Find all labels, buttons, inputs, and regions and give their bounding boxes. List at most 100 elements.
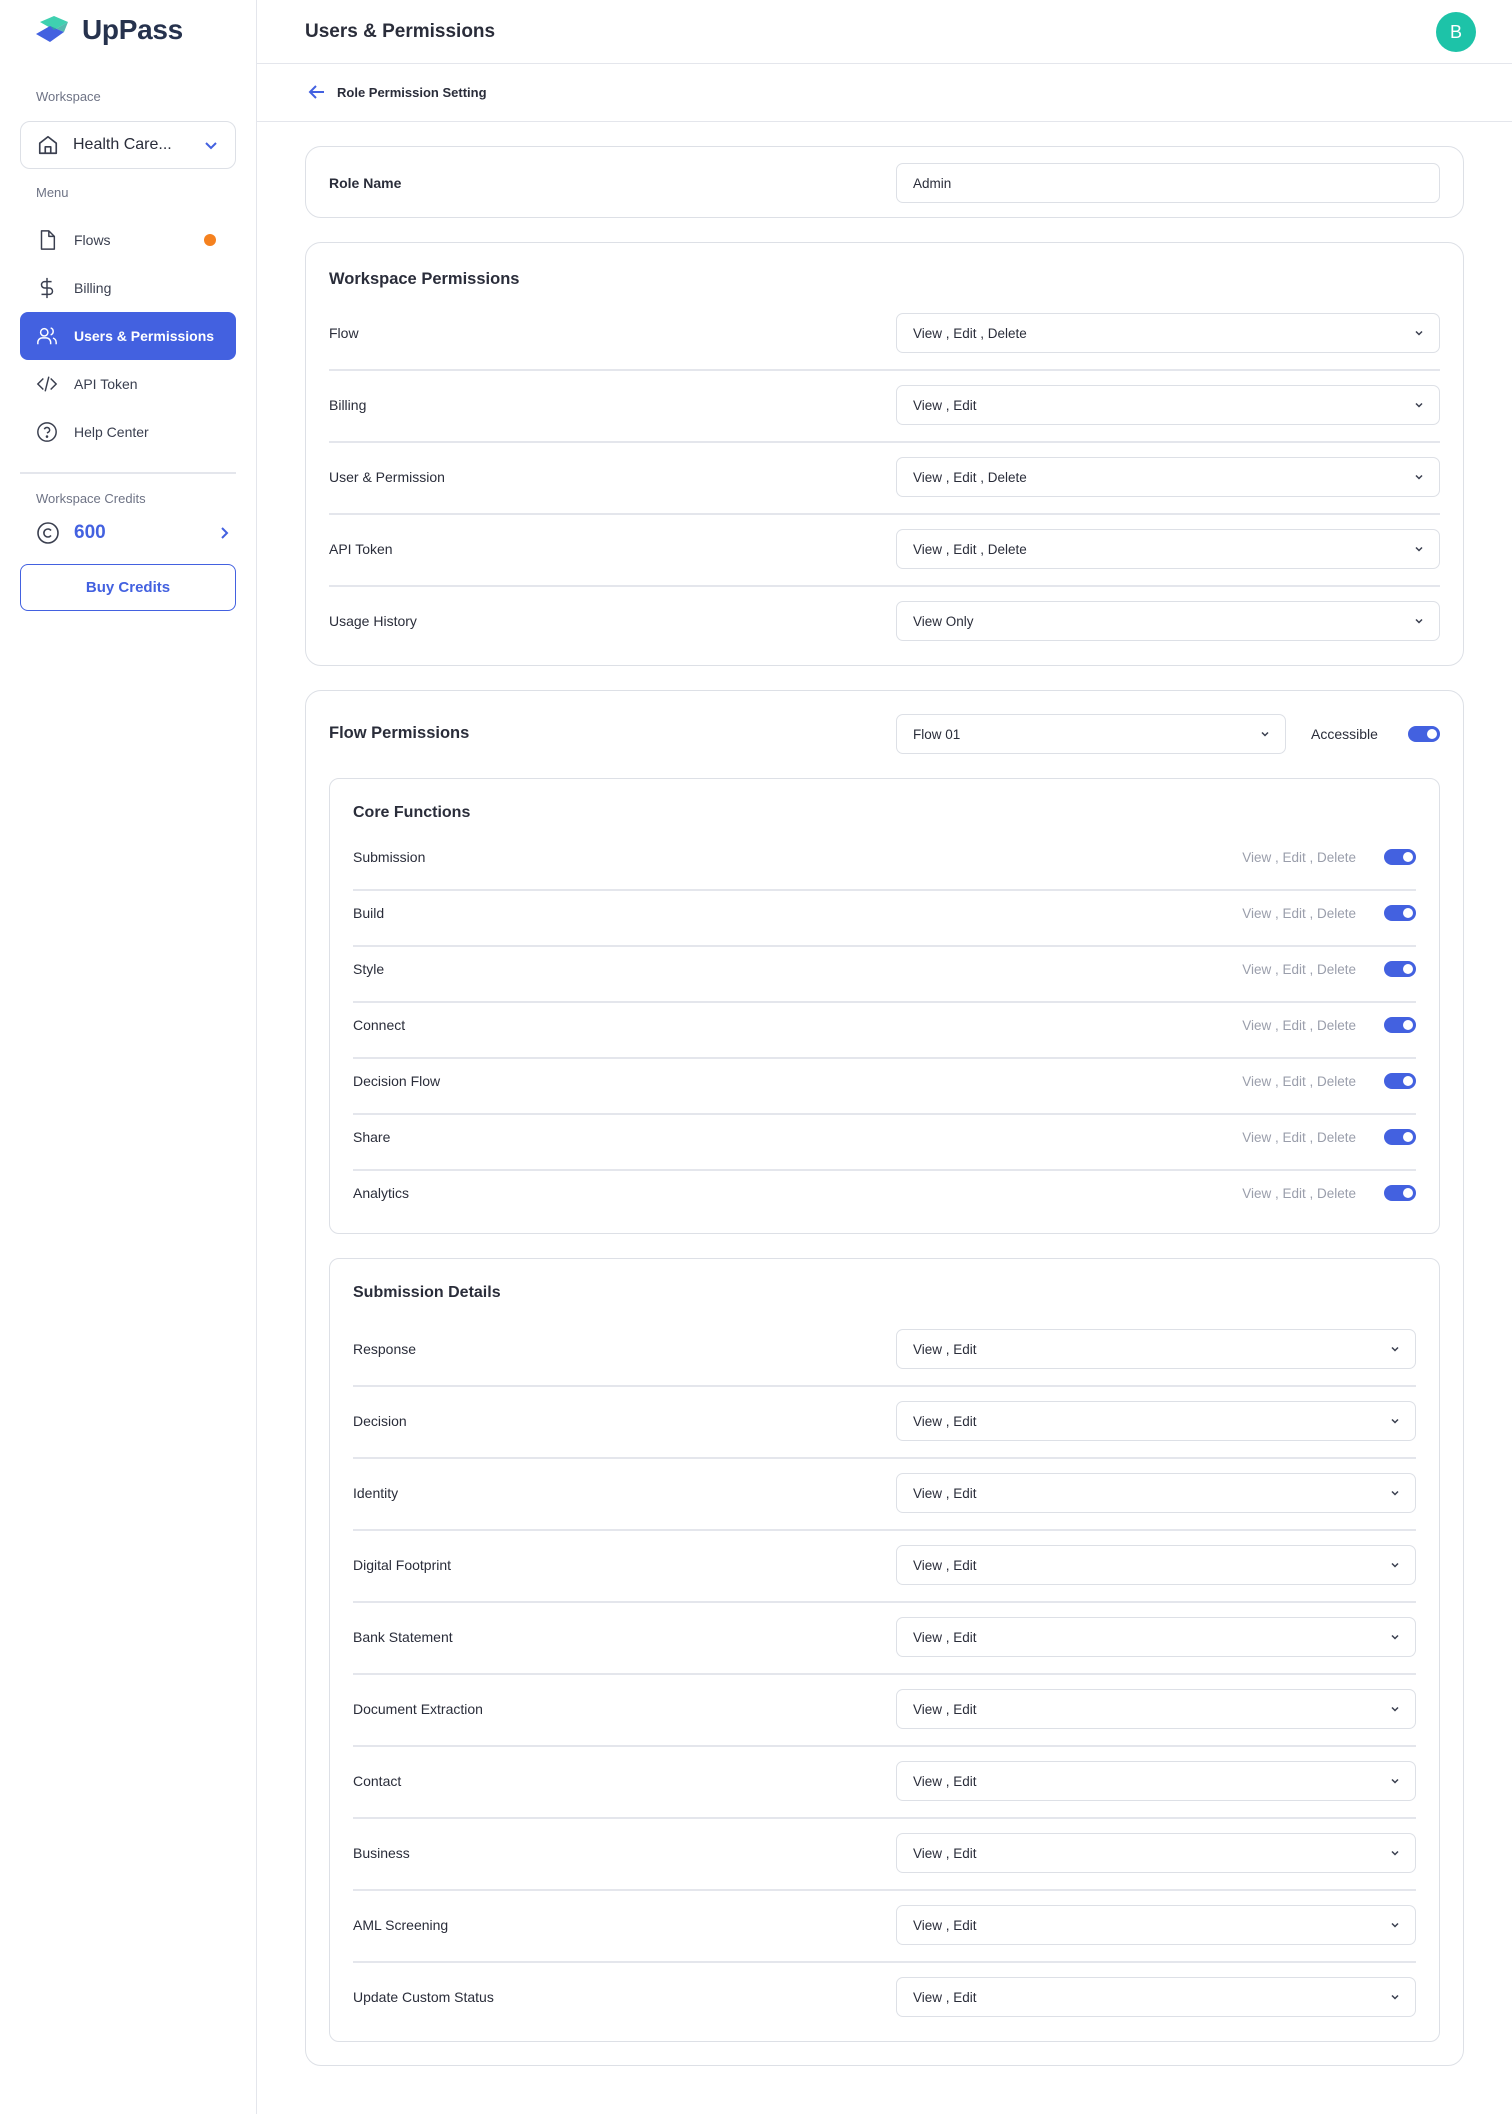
uppass-logo-icon — [36, 16, 68, 42]
divider — [353, 1113, 1416, 1115]
core-function-label: Submission — [353, 849, 426, 865]
role-name-card: Role Name Admin — [305, 146, 1464, 218]
permission-value: View , Edit , Delete — [913, 325, 1027, 341]
permission-select-api-token[interactable]: View , Edit , Delete — [896, 529, 1440, 569]
chevron-down-icon — [1261, 731, 1269, 737]
avatar[interactable]: B — [1436, 12, 1476, 52]
code-icon — [36, 376, 58, 392]
chevron-down-icon — [1415, 618, 1423, 624]
buy-credits-button[interactable]: Buy Credits — [20, 564, 236, 611]
back-link[interactable]: Role Permission Setting — [307, 82, 487, 102]
core-function-toggle[interactable] — [1384, 1185, 1416, 1201]
core-function-row: Style View , Edit , Delete — [353, 949, 1416, 989]
core-function-label: Connect — [353, 1017, 406, 1033]
workspace-permissions-title: Workspace Permissions — [329, 270, 520, 288]
submission-detail-select[interactable]: View , Edit — [896, 1833, 1416, 1873]
divider — [329, 441, 1440, 443]
chevron-right-icon[interactable] — [216, 525, 232, 541]
permission-select-billing[interactable]: View , Edit — [896, 385, 1440, 425]
arrow-left-icon — [308, 85, 324, 99]
chevron-down-icon — [1391, 1490, 1399, 1496]
workspace-selector[interactable]: Health Care... — [20, 121, 236, 169]
accessible-label: Accessible — [1311, 726, 1378, 742]
core-function-row: Analytics View , Edit , Delete — [353, 1173, 1416, 1213]
sidebar-item-users-permissions[interactable]: Users & Permissions — [20, 312, 236, 360]
core-function-perms: View , Edit , Delete — [1242, 1129, 1356, 1145]
core-function-label: Share — [353, 1129, 391, 1145]
submission-detail-value: View , Edit — [913, 1341, 977, 1357]
core-function-perms: View , Edit , Delete — [1242, 1017, 1356, 1033]
divider — [353, 1745, 1416, 1747]
core-function-label: Analytics — [353, 1185, 410, 1201]
core-function-row: Decision Flow View , Edit , Delete — [353, 1061, 1416, 1101]
submission-detail-select[interactable]: View , Edit — [896, 1689, 1416, 1729]
role-name-input[interactable]: Admin — [896, 163, 1440, 203]
divider — [329, 513, 1440, 515]
permission-value: View , Edit , Delete — [913, 541, 1027, 557]
submission-detail-value: View , Edit — [913, 1845, 977, 1861]
home-icon — [38, 135, 58, 155]
sidebar-item-billing[interactable]: Billing — [20, 264, 236, 312]
credits-value: 600 — [74, 522, 106, 543]
core-function-row: Submission View , Edit , Delete — [353, 837, 1416, 877]
flow-select[interactable]: Flow 01 — [896, 714, 1286, 754]
submission-detail-select[interactable]: View , Edit — [896, 1473, 1416, 1513]
app-logo[interactable]: UpPass — [34, 14, 183, 46]
core-function-perms: View , Edit , Delete — [1242, 849, 1356, 865]
chevron-down-icon — [1391, 1346, 1399, 1352]
permission-select-flow[interactable]: View , Edit , Delete — [896, 313, 1440, 353]
sidebar-item-api-token[interactable]: API Token — [20, 360, 236, 408]
core-function-toggle[interactable] — [1384, 1129, 1416, 1145]
submission-detail-select[interactable]: View , Edit — [896, 1977, 1416, 2017]
core-function-row: Connect View , Edit , Delete — [353, 1005, 1416, 1045]
core-function-perms: View , Edit , Delete — [1242, 905, 1356, 921]
flow-permissions-card: Flow Permissions Flow 01 Accessible Core… — [305, 690, 1464, 2066]
permission-select-usage-history[interactable]: View Only — [896, 601, 1440, 641]
submission-detail-value: View , Edit — [913, 1629, 977, 1645]
flow-select-value: Flow 01 — [913, 726, 961, 742]
core-functions-title: Core Functions — [353, 804, 471, 821]
workspace-label: Workspace — [36, 89, 101, 104]
menu-label: Menu — [36, 185, 69, 200]
sidebar-divider — [20, 472, 236, 474]
chevron-down-icon — [1415, 546, 1423, 552]
users-icon — [37, 327, 57, 345]
chevron-down-icon — [1391, 1706, 1399, 1712]
core-function-perms: View , Edit , Delete — [1242, 961, 1356, 977]
divider — [329, 369, 1440, 371]
chevron-down-icon — [1391, 1634, 1399, 1640]
accessible-toggle[interactable] — [1408, 726, 1440, 742]
workspace-credits[interactable]: 600 — [36, 521, 232, 545]
submission-detail-select[interactable]: View , Edit — [896, 1761, 1416, 1801]
core-function-perms: View , Edit , Delete — [1242, 1073, 1356, 1089]
divider — [353, 945, 1416, 947]
core-function-toggle[interactable] — [1384, 905, 1416, 921]
divider — [353, 1169, 1416, 1171]
workspace-permissions-card: Workspace Permissions Flow View , Edit ,… — [305, 242, 1464, 666]
submission-detail-select[interactable]: View , Edit — [896, 1545, 1416, 1585]
divider — [353, 1385, 1416, 1387]
sidebar-item-help-center[interactable]: Help Center — [20, 408, 236, 456]
core-function-toggle[interactable] — [1384, 1017, 1416, 1033]
sidebar-item-label: Flows — [74, 232, 111, 248]
core-function-toggle[interactable] — [1384, 849, 1416, 865]
chevron-down-icon — [1391, 1922, 1399, 1928]
submission-detail-select[interactable]: View , Edit — [896, 1617, 1416, 1657]
core-function-toggle[interactable] — [1384, 961, 1416, 977]
divider — [353, 1961, 1416, 1963]
divider — [329, 585, 1440, 587]
role-name-value: Admin — [913, 175, 952, 191]
sidebar-item-flows[interactable]: Flows — [20, 216, 236, 264]
divider — [353, 1601, 1416, 1603]
notification-dot — [204, 234, 216, 246]
core-functions-panel: Core Functions Submission View , Edit , … — [329, 778, 1440, 1234]
dollar-icon — [40, 277, 54, 299]
permission-select-user-permission[interactable]: View , Edit , Delete — [896, 457, 1440, 497]
core-function-label: Decision Flow — [353, 1073, 441, 1089]
submission-detail-select[interactable]: View , Edit — [896, 1905, 1416, 1945]
submission-detail-select[interactable]: View , Edit — [896, 1401, 1416, 1441]
core-function-toggle[interactable] — [1384, 1073, 1416, 1089]
submission-detail-select[interactable]: View , Edit — [896, 1329, 1416, 1369]
chevron-down-icon — [1391, 1562, 1399, 1568]
submission-details-title: Submission Details — [353, 1284, 501, 1301]
